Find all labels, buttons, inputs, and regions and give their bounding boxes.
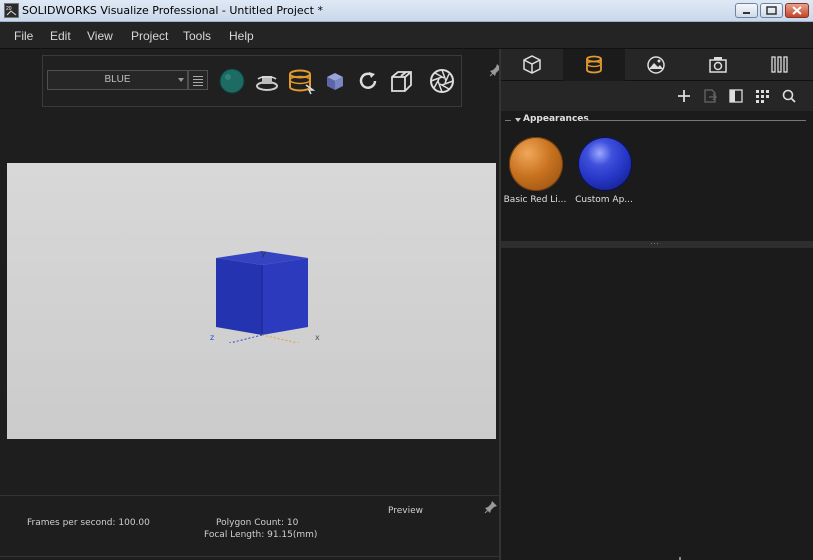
solidworks-visualize-icon: 20 — [4, 3, 19, 18]
menu-file[interactable]: File — [14, 29, 33, 43]
object-select-icon[interactable] — [320, 66, 350, 96]
environment-select[interactable]: BLUE — [47, 70, 188, 90]
menu-tools[interactable]: Tools — [183, 29, 211, 43]
fps-readout: Frames per second: 100.00 — [27, 518, 150, 528]
cube-icon — [523, 55, 541, 74]
palette-tabs — [501, 49, 813, 81]
grid-view-icon[interactable] — [754, 88, 770, 104]
status-bar: Preview Frames per second: 100.00 Polygo… — [0, 495, 499, 560]
viewport-pane: BLUE y x z Preview Frames per second: 10… — [0, 49, 502, 560]
appearances-section-header[interactable]: Appearances — [501, 111, 813, 129]
chevron-down-icon — [515, 118, 521, 122]
axis-z-label: z — [210, 333, 215, 342]
appearance-ball-orange — [509, 137, 563, 191]
camera-view-icon[interactable] — [386, 66, 416, 96]
palette-pane: Appearances Basic Red Li... Custom Ap... — [501, 49, 813, 560]
minimize-button[interactable] — [735, 3, 758, 18]
camera-icon — [709, 57, 727, 73]
preview-label: Preview — [388, 506, 424, 516]
tab-models[interactable] — [501, 49, 563, 81]
axis-y-label: y — [261, 249, 266, 258]
appearance-icon — [586, 55, 602, 74]
chevron-down-icon — [178, 78, 184, 82]
refresh-icon[interactable] — [353, 66, 383, 96]
list-icon[interactable] — [188, 70, 208, 90]
close-button[interactable] — [785, 3, 809, 18]
mouse-cursor-icon — [676, 552, 684, 560]
panel-icon[interactable] — [728, 88, 744, 104]
pin-icon[interactable] — [484, 500, 498, 514]
viewport-toolbar: BLUE — [42, 55, 502, 107]
app-window: 20 SOLIDWORKS Visualize Professional - U… — [0, 0, 813, 560]
appearance-select-icon[interactable] — [286, 66, 316, 96]
section-title: Appearances — [523, 114, 589, 124]
aperture-icon[interactable] — [427, 66, 457, 96]
tab-libraries[interactable] — [749, 49, 811, 81]
properties-area — [501, 248, 813, 560]
tab-appearances[interactable] — [563, 49, 625, 81]
search-icon[interactable] — [781, 88, 797, 104]
appearance-name: Basic Red Li... — [503, 195, 567, 205]
export-icon[interactable] — [702, 88, 718, 104]
3d-viewport[interactable]: y x z — [7, 163, 496, 439]
add-icon[interactable] — [676, 88, 692, 104]
tab-cameras[interactable] — [687, 49, 749, 81]
environment-select-value: BLUE — [104, 74, 131, 85]
environment-icon — [647, 56, 665, 74]
menu-edit[interactable]: Edit — [50, 29, 71, 43]
palette-actions — [501, 81, 813, 111]
horizontal-splitter[interactable] — [501, 241, 813, 248]
axis-x-label: x — [315, 333, 320, 342]
menu-view[interactable]: View — [87, 29, 113, 43]
window-title: SOLIDWORKS Visualize Professional - Unti… — [22, 4, 323, 17]
appearance-name: Custom Ap... — [575, 195, 633, 205]
model-cube[interactable] — [212, 248, 317, 348]
turntable-icon[interactable] — [252, 66, 282, 96]
appearance-ball-blue — [578, 137, 632, 191]
environment-sphere-icon[interactable] — [217, 66, 247, 96]
polygon-count: Polygon Count: 10 — [216, 518, 299, 528]
maximize-button[interactable] — [760, 3, 783, 18]
menu-project[interactable]: Project — [131, 29, 168, 43]
focal-length: Focal Length: 91.15(mm) — [204, 530, 318, 540]
title-bar: 20 SOLIDWORKS Visualize Professional - U… — [0, 0, 813, 22]
libraries-icon — [771, 56, 788, 73]
menu-bar: File Edit View Project Tools Help — [0, 22, 813, 49]
menu-help[interactable]: Help — [229, 29, 254, 43]
tab-scenes[interactable] — [625, 49, 687, 81]
